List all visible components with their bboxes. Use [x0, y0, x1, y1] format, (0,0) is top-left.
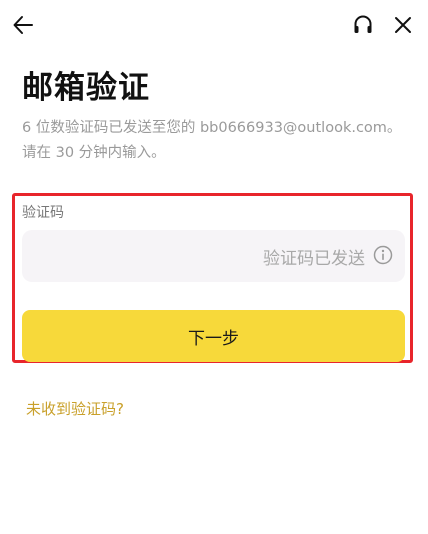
- description-line-1: 6 位数验证码已发送至您的 bb0666933@outlook.com。: [22, 120, 402, 136]
- verification-description: 6 位数验证码已发送至您的 bb0666933@outlook.com。 请在 …: [22, 116, 417, 166]
- top-bar: [0, 0, 428, 52]
- verification-code-input[interactable]: [36, 230, 240, 284]
- code-not-received-link[interactable]: 未收到验证码?: [26, 398, 124, 419]
- close-button[interactable]: [388, 10, 418, 40]
- arrow-left-icon: [13, 16, 33, 34]
- info-circle-icon[interactable]: [373, 245, 393, 265]
- next-step-button[interactable]: 下一步: [22, 310, 405, 362]
- headset-icon: [354, 15, 372, 33]
- code-sent-status: 验证码已发送: [263, 249, 365, 269]
- back-button[interactable]: [8, 10, 38, 40]
- email-verification-page: 邮箱验证 6 位数验证码已发送至您的 bb0666933@outlook.com…: [0, 0, 428, 534]
- code-field-label: 验证码: [22, 205, 64, 221]
- customer-support-button[interactable]: [348, 10, 378, 40]
- description-line-2: 请在 30 分钟内输入。: [22, 145, 166, 161]
- close-icon: [395, 17, 411, 33]
- page-title: 邮箱验证: [22, 70, 150, 106]
- verification-code-field[interactable]: 验证码已发送: [22, 230, 405, 284]
